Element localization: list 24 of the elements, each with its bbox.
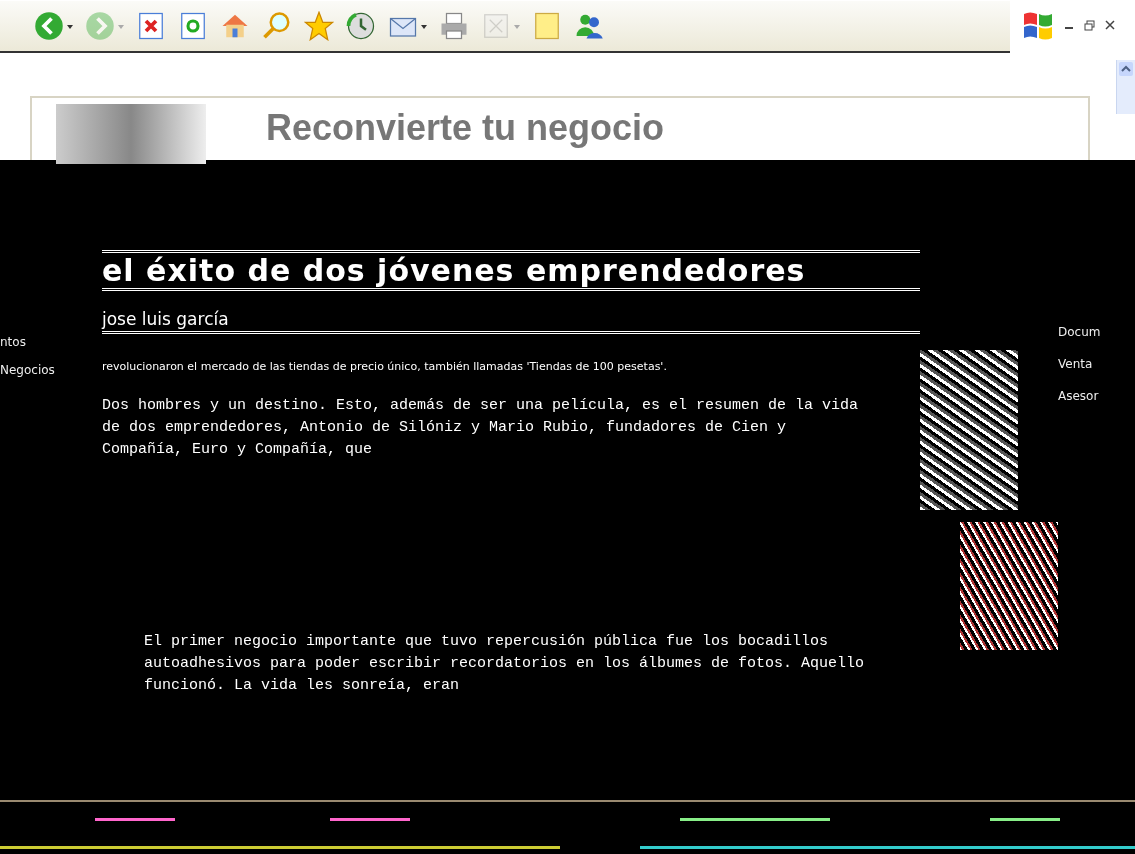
scrollbar[interactable]: [1116, 60, 1135, 114]
windows-logo-icon: [1022, 10, 1054, 40]
restore-icon[interactable]: [1084, 19, 1095, 31]
article-paragraph: El primer negocio importante que tuvo repercusión pública fue los bocadillos autoadhesivos para poder escribir recordatorios en los álbumes de fotos. Aquello funcionó. La vida les sonreía, eran: [144, 632, 866, 696]
article-paragraph: Dos hombres y un destino. Esto, además de ser una película, es el resumen de la vida de dos emprendedores, Antonio de Silóniz y Mario Rubio, fundadores de Cien y Compañía, Euro y Compañía, que: [102, 396, 860, 460]
nav-link[interactable]: Venta: [1058, 357, 1135, 371]
banner-title: Reconvierte tu negocio: [266, 110, 665, 150]
printer-icon: [439, 11, 469, 41]
scroll-up-icon[interactable]: [1119, 62, 1133, 76]
star-icon: [304, 11, 334, 41]
nav-link[interactable]: Negocios: [0, 363, 90, 377]
nav-link[interactable]: ntos: [0, 335, 90, 349]
nav-link[interactable]: Docum: [1058, 325, 1135, 339]
author-name: jose luis garcía: [102, 309, 920, 334]
close-icon[interactable]: [1105, 20, 1115, 30]
edit-icon: [481, 11, 511, 41]
lead-text: revolucionaron el mercado de las tiendas de precio único, también llamadas 'Tiendas de 100 pesetas'.: [102, 360, 668, 373]
nav-link[interactable]: Asesor: [1058, 389, 1135, 403]
article-title: el éxito de dos jóvenes emprendedores: [102, 250, 920, 291]
refresh-icon: [178, 11, 208, 41]
stop-icon: [136, 11, 166, 41]
note-icon: [532, 11, 562, 41]
clock-icon: [346, 11, 376, 41]
search-icon: [262, 11, 292, 41]
